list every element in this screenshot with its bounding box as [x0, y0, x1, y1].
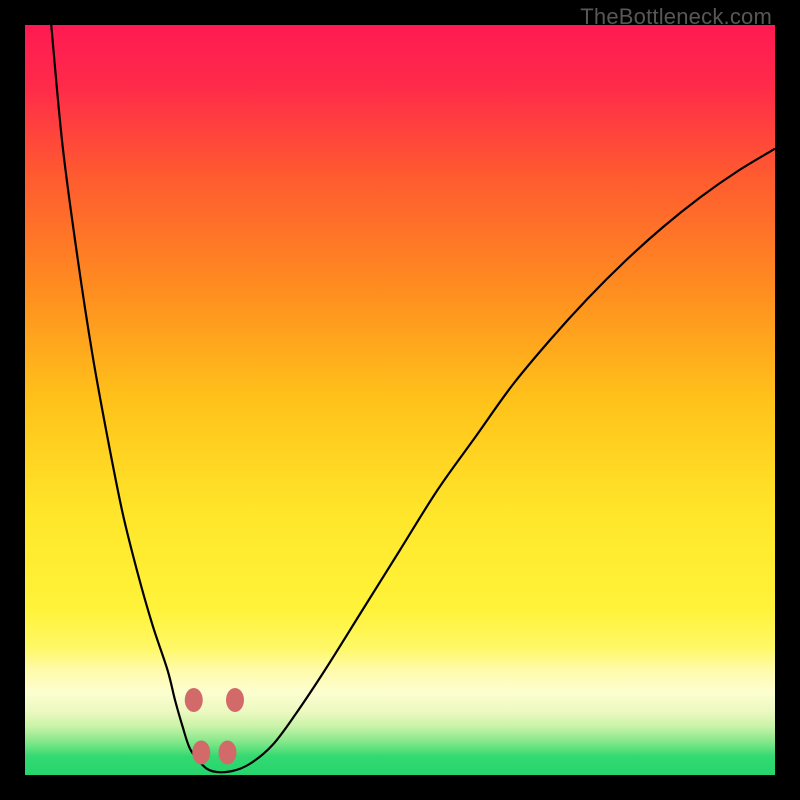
watermark-text: TheBottleneck.com [580, 4, 772, 30]
curve-marker [192, 741, 210, 765]
plot-frame [25, 25, 775, 775]
curve-marker [219, 741, 237, 765]
curve-marker [226, 688, 244, 712]
bottleneck-curve [25, 25, 775, 775]
curve-marker [185, 688, 203, 712]
